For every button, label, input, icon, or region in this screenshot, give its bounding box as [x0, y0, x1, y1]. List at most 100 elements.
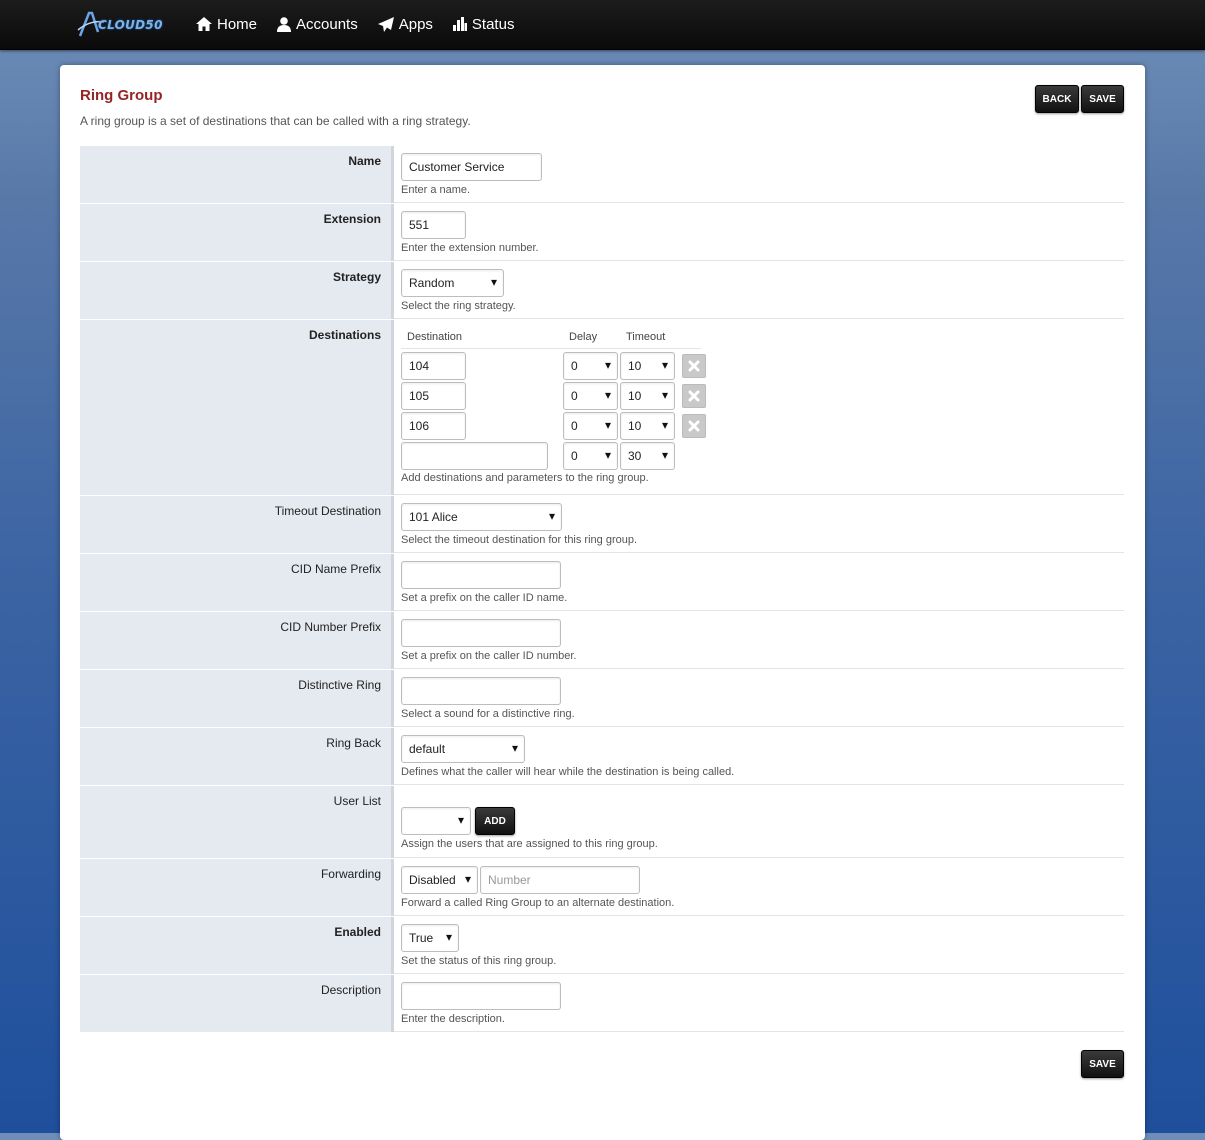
- remove-destination-button[interactable]: [682, 384, 706, 408]
- user-list-label: User List: [80, 786, 394, 858]
- name-label: Name: [80, 146, 394, 203]
- cid-number-prefix-label: CID Number Prefix: [80, 612, 394, 669]
- close-icon: [688, 390, 700, 402]
- cid-name-prefix-input[interactable]: [401, 561, 561, 589]
- col-delay-label: Delay: [569, 331, 598, 343]
- row-timeout-destination: Timeout Destination 101 Alice Select the…: [80, 496, 1124, 554]
- enabled-field-cell: True Set the status of this ring group.: [394, 917, 1124, 974]
- strategy-label: Strategy: [80, 262, 394, 319]
- row-cid-number-prefix: CID Number Prefix Set a prefix on the ca…: [80, 612, 1124, 670]
- nav-home-label: Home: [217, 15, 258, 33]
- remove-destination-button[interactable]: [682, 354, 706, 378]
- back-button[interactable]: BACK: [1035, 85, 1079, 113]
- user-list-select[interactable]: [401, 807, 471, 835]
- col-destination-label: Destination: [407, 331, 463, 343]
- forwarding-label: Forwarding: [80, 859, 394, 916]
- ring-back-select[interactable]: default: [401, 735, 525, 763]
- destinations-desc: Add destinations and parameters to the r…: [401, 472, 649, 484]
- strategy-field-cell: Random Select the ring strategy.: [394, 262, 1124, 319]
- description-desc: Enter the description.: [401, 1013, 505, 1025]
- extension-field-cell: 551 Enter the extension number.: [394, 204, 1124, 261]
- remove-destination-button[interactable]: [682, 414, 706, 438]
- destinations-field-cell: Destination Delay Timeout 104 0 10 105 0: [394, 320, 1124, 495]
- nav-accounts-label: Accounts: [296, 15, 358, 33]
- new-destination-input[interactable]: [401, 442, 548, 470]
- row-cid-name-prefix: CID Name Prefix Set a prefix on the call…: [80, 554, 1124, 612]
- row-extension: Extension 551 Enter the extension number…: [80, 204, 1124, 262]
- user-list-field-cell: ADD Assign the users that are assigned t…: [394, 786, 1124, 858]
- row-ring-back: Ring Back default Defines what the calle…: [80, 728, 1124, 786]
- name-input[interactable]: Customer Service: [401, 153, 542, 181]
- destination-row-new: 0 30: [401, 442, 1124, 472]
- description-input[interactable]: [401, 982, 561, 1010]
- timeout-select[interactable]: 10: [620, 382, 675, 410]
- close-icon: [688, 360, 700, 372]
- distinctive-ring-input[interactable]: [401, 677, 561, 705]
- chart-icon: [452, 17, 467, 31]
- nav-home[interactable]: Home: [196, 0, 257, 48]
- row-distinctive-ring: Distinctive Ring Select a sound for a di…: [80, 670, 1124, 728]
- destination-input[interactable]: 105: [401, 382, 466, 410]
- user-icon: [277, 16, 292, 32]
- cloud50-logo[interactable]: CLOUD50: [76, 10, 168, 40]
- extension-input[interactable]: 551: [401, 211, 466, 239]
- nav-apps[interactable]: Apps: [377, 0, 433, 48]
- destination-input[interactable]: 104: [401, 352, 466, 380]
- timeout-select[interactable]: 10: [620, 352, 675, 380]
- save-button[interactable]: SAVE: [1081, 85, 1124, 113]
- forwarding-field-cell: Disabled Number Forward a called Ring Gr…: [394, 859, 1124, 916]
- forwarding-number-input[interactable]: Number: [480, 866, 640, 894]
- delay-select[interactable]: 0: [563, 382, 618, 410]
- delay-select[interactable]: 0: [563, 412, 618, 440]
- enabled-select[interactable]: True: [401, 924, 459, 952]
- strategy-select[interactable]: Random: [401, 269, 504, 297]
- delay-select[interactable]: 0: [563, 352, 618, 380]
- destination-input[interactable]: 106: [401, 412, 466, 440]
- row-forwarding: Forwarding Disabled Number Forward a cal…: [80, 859, 1124, 917]
- distinctive-ring-field-cell: Select a sound for a distinctive ring.: [394, 670, 1124, 727]
- save-button-bottom[interactable]: SAVE: [1081, 1050, 1124, 1078]
- cid-number-prefix-field-cell: Set a prefix on the caller ID number.: [394, 612, 1124, 669]
- enabled-desc: Set the status of this ring group.: [401, 955, 557, 967]
- user-list-controls: ADD: [401, 807, 1124, 835]
- timeout-destination-field-cell: 101 Alice Select the timeout destination…: [394, 496, 1124, 553]
- cid-number-prefix-input[interactable]: [401, 619, 561, 647]
- destinations-divider: [401, 348, 701, 349]
- cid-name-prefix-label: CID Name Prefix: [80, 554, 394, 611]
- timeout-select[interactable]: 30: [620, 442, 675, 470]
- home-icon: [196, 17, 212, 31]
- timeout-select[interactable]: 10: [620, 412, 675, 440]
- cid-number-prefix-desc: Set a prefix on the caller ID number.: [401, 650, 577, 662]
- nav-status[interactable]: Status: [452, 0, 515, 48]
- send-icon: [377, 16, 394, 32]
- close-icon: [688, 420, 700, 432]
- description-field-cell: Enter the description.: [394, 975, 1124, 1032]
- row-description: Description Enter the description.: [80, 975, 1124, 1033]
- page-title: Ring Group: [80, 87, 163, 104]
- row-enabled: Enabled True Set the status of this ring…: [80, 917, 1124, 975]
- cid-name-prefix-field-cell: Set a prefix on the caller ID name.: [394, 554, 1124, 611]
- add-user-button[interactable]: ADD: [475, 807, 515, 835]
- destination-row: 104 0 10: [401, 352, 1124, 382]
- row-user-list: User List ADD Assign the users that are …: [80, 786, 1124, 859]
- nav-status-label: Status: [471, 15, 515, 33]
- user-list-desc: Assign the users that are assigned to th…: [401, 838, 658, 850]
- destinations-header: Destination Delay Timeout: [401, 324, 1124, 348]
- forwarding-select[interactable]: Disabled: [401, 866, 478, 894]
- distinctive-ring-label: Distinctive Ring: [80, 670, 394, 727]
- forwarding-desc: Forward a called Ring Group to an altern…: [401, 897, 675, 909]
- ring-group-form: Name Customer Service Enter a name. Exte…: [80, 146, 1124, 1033]
- extension-desc: Enter the extension number.: [401, 242, 539, 254]
- forwarding-controls: Disabled Number: [401, 866, 1124, 894]
- row-name: Name Customer Service Enter a name.: [80, 146, 1124, 204]
- row-destinations: Destinations Destination Delay Timeout 1…: [80, 320, 1124, 496]
- name-field-cell: Customer Service Enter a name.: [394, 146, 1124, 203]
- timeout-destination-label: Timeout Destination: [80, 496, 394, 553]
- destinations-label: Destinations: [80, 320, 394, 495]
- nav-accounts[interactable]: Accounts: [277, 0, 358, 48]
- timeout-destination-select[interactable]: 101 Alice: [401, 503, 562, 531]
- logo-text: CLOUD50: [98, 18, 163, 32]
- delay-select[interactable]: 0: [563, 442, 618, 470]
- col-timeout-label: Timeout: [626, 331, 666, 343]
- row-strategy: Strategy Random Select the ring strategy…: [80, 262, 1124, 320]
